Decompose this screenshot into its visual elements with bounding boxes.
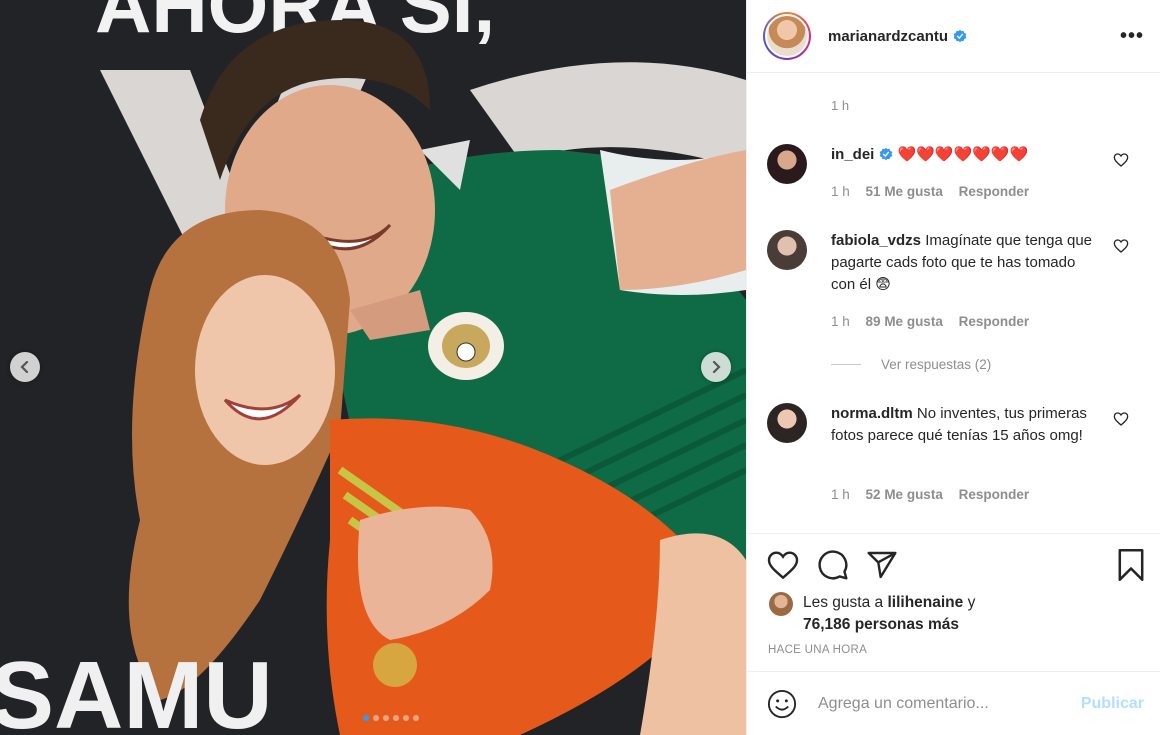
verified-badge-icon <box>953 29 967 42</box>
comment-likes[interactable]: 52 Me gusta <box>866 487 943 502</box>
comment-text-block: fabiola_vdzs Imagínate que tenga que pag… <box>831 230 1101 296</box>
reply-button[interactable]: Responder <box>959 314 1030 329</box>
comment-input[interactable] <box>818 694 1068 713</box>
view-replies-button[interactable]: Ver respuestas (2) <box>831 357 991 372</box>
carousel-dot <box>413 715 419 721</box>
post-actions: Les gusta a lilihenaine y 76,186 persona… <box>747 533 1160 671</box>
more-options-icon[interactable]: ••• <box>1120 25 1144 48</box>
like-heart-icon[interactable] <box>767 550 799 580</box>
carousel-dot <box>373 715 379 721</box>
add-comment-form: Publicar <box>747 671 1160 735</box>
carousel-dot <box>393 715 399 721</box>
carousel-indicator <box>363 715 419 721</box>
share-send-icon[interactable] <box>866 549 898 581</box>
reply-button[interactable]: Responder <box>959 184 1030 199</box>
comment-text-block: norma.dltm No inventes, tus primeras fot… <box>831 403 1101 447</box>
avatar[interactable] <box>767 403 807 443</box>
liked-by-user-link[interactable]: lilihenaine <box>887 594 963 611</box>
post-header: marianardzcantu ••• <box>747 0 1160 73</box>
liked-by-joiner: y <box>967 594 976 611</box>
post-photo[interactable]: AHORA SÍ, SAMU <box>0 0 746 735</box>
comment-username[interactable]: fabiola_vdzs <box>831 232 921 249</box>
comment-username[interactable]: in_dei <box>831 146 874 163</box>
author-avatar[interactable] <box>763 12 811 60</box>
carousel-dot <box>403 715 409 721</box>
comment-bubble-icon[interactable] <box>817 549 849 581</box>
comment-meta: 1 h 89 Me gusta Responder <box>831 314 1041 329</box>
author-username[interactable]: marianardzcantu <box>828 28 948 45</box>
comments-list: 1 h in_dei ❤️❤️❤️❤️❤️❤️❤️ 1 h 51 Me gust… <box>747 74 1160 533</box>
publish-button[interactable]: Publicar <box>1081 695 1144 713</box>
like-comment-heart-icon[interactable] <box>1113 411 1129 427</box>
replies-divider <box>831 364 861 365</box>
liked-by-summary: Les gusta a lilihenaine y 76,186 persona… <box>769 592 975 636</box>
view-replies-label[interactable]: Ver respuestas (2) <box>881 357 991 372</box>
photo-scene: AHORA SÍ, SAMU <box>0 0 746 735</box>
comment-meta: 1 h 52 Me gusta Responder <box>831 487 1041 502</box>
chevron-right-icon <box>712 361 721 373</box>
emoji-icon[interactable] <box>767 689 797 719</box>
caption-time: 1 h <box>831 98 850 113</box>
comment-text-block: in_dei ❤️❤️❤️❤️❤️❤️❤️ <box>831 144 1101 166</box>
carousel-next-button[interactable] <box>701 352 731 382</box>
reply-button[interactable]: Responder <box>959 487 1030 502</box>
carousel-dot <box>383 715 389 721</box>
like-comment-heart-icon[interactable] <box>1113 238 1129 254</box>
likes-count-button[interactable]: 76,186 personas más <box>803 616 959 633</box>
verified-badge-icon <box>880 147 893 161</box>
bottom-brand-text: SAMU <box>0 642 273 735</box>
comment-time[interactable]: 1 h <box>831 314 850 329</box>
comment-username[interactable]: norma.dltm <box>831 405 913 422</box>
comment-likes[interactable]: 51 Me gusta <box>866 184 943 199</box>
author-username-link[interactable]: marianardzcantu <box>828 28 967 45</box>
avatar[interactable] <box>769 592 793 616</box>
carousel-dot <box>363 715 369 721</box>
comment-likes[interactable]: 89 Me gusta <box>866 314 943 329</box>
comment-meta: 1 h 51 Me gusta Responder <box>831 184 1041 199</box>
comment-time[interactable]: 1 h <box>831 184 850 199</box>
save-bookmark-icon[interactable] <box>1117 548 1145 582</box>
liked-by-prefix: Les gusta a <box>803 594 884 611</box>
comment-body: ❤️❤️❤️❤️❤️❤️❤️ <box>897 146 1029 163</box>
avatar[interactable] <box>767 144 807 184</box>
avatar[interactable] <box>767 230 807 270</box>
post-side-panel: marianardzcantu ••• 1 h in_dei ❤️❤️❤️❤️❤… <box>746 0 1160 735</box>
carousel-prev-button[interactable] <box>10 352 40 382</box>
like-comment-heart-icon[interactable] <box>1113 152 1129 168</box>
chevron-left-icon <box>20 361 29 373</box>
post-timestamp[interactable]: HACE UNA HORA <box>768 644 867 656</box>
comment-time[interactable]: 1 h <box>831 487 850 502</box>
